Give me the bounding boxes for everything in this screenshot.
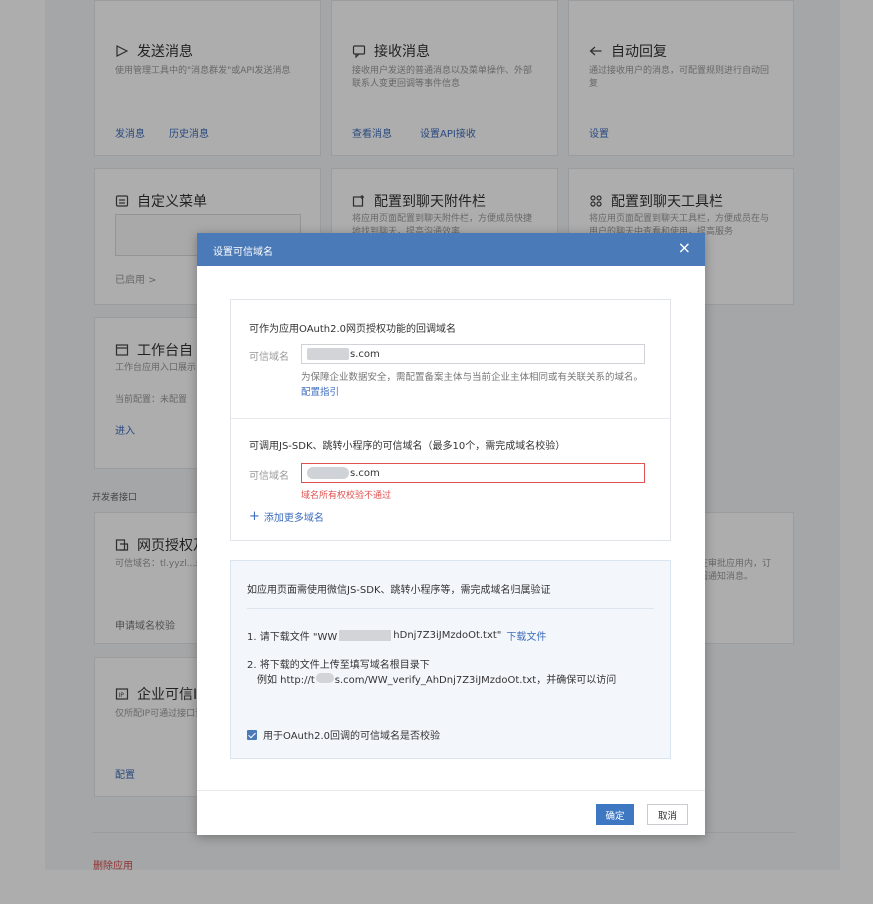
checkbox-checked-icon[interactable]	[247, 729, 257, 740]
trusted-domain-dialog: 设置可信域名 × 可作为应用OAuth2.0网页授权功能的回调域名 可信域名 为…	[197, 233, 705, 835]
dialog-header: 设置可信域名 ×	[197, 233, 705, 266]
oauth-section-title: 可作为应用OAuth2.0网页授权功能的回调域名	[249, 324, 457, 335]
section-divider	[231, 418, 670, 419]
jssdk-domain-input[interactable]	[301, 463, 645, 483]
footer-divider	[197, 790, 705, 791]
step2-example-prefix: 例如 http://t	[257, 675, 315, 686]
redacted-mask	[307, 467, 349, 479]
redacted-mask	[339, 630, 392, 641]
redacted-mask	[315, 673, 334, 683]
oauth-verify-checkbox-row[interactable]: 用于OAuth2.0回调的可信域名是否校验	[247, 727, 440, 742]
step1-suffix: hDnj7Z3iJMzdoOt.txt"	[393, 630, 502, 641]
config-guide-link[interactable]: 配置指引	[301, 387, 339, 398]
cancel-button[interactable]: 取消	[647, 804, 688, 825]
dialog-title: 设置可信域名	[213, 247, 273, 258]
confirm-button[interactable]: 确定	[596, 804, 634, 825]
domain-error-message: 域名所有权校验不通过	[301, 491, 392, 501]
oauth-domain-label: 可信域名	[249, 352, 289, 363]
plus-icon: +	[249, 508, 260, 524]
verify-title: 如应用页面需使用微信JS-SDK、跳转小程序等，需完成域名归属验证	[247, 585, 551, 596]
step2-example: 例如 http://t s.com/WW_verify_AhDnj7Z3iJMzd…	[247, 673, 657, 688]
verify-divider	[247, 608, 654, 609]
oauth-domain-hint: 为保障企业数据安全，需配置备案主体与当前企业主体相同或有关联关系的域名。配置指引	[301, 370, 651, 400]
redacted-mask	[307, 348, 349, 360]
jssdk-section-title: 可调用JS-SDK、跳转小程序的可信域名（最多10个，需完成域名校验）	[249, 441, 566, 452]
verify-step1: 1. 请下载文件 "WW hDnj7Z3iJMzdoOt.txt" 下载文件	[247, 628, 546, 643]
oauth-verify-checkbox-label: 用于OAuth2.0回调的可信域名是否校验	[263, 731, 441, 742]
oauth-domain-input[interactable]	[301, 344, 645, 364]
verify-step2: 2. 将下载的文件上传至填写域名根目录下 例如 http://t s.com/WW…	[247, 658, 657, 688]
download-file-link[interactable]: 下载文件	[506, 628, 546, 643]
step1-prefix: 1. 请下载文件 "WW	[247, 632, 338, 643]
step2-example-suffix: s.com/WW_verify_AhDnj7Z3iJMzdoOt.txt，并确保…	[334, 675, 617, 686]
oauth-hint-text: 为保障企业数据安全，需配置备案主体与当前企业主体相同或有关联关系的域名。	[301, 372, 644, 383]
add-more-label: 添加更多域名	[263, 513, 324, 524]
add-more-domain-button[interactable]: + 添加更多域名	[249, 508, 324, 525]
domain-config-panel: 可作为应用OAuth2.0网页授权功能的回调域名 可信域名 为保障企业数据安全，…	[230, 299, 671, 541]
jssdk-domain-label: 可信域名	[249, 471, 289, 482]
close-icon[interactable]: ×	[678, 240, 691, 256]
step2-line1: 2. 将下载的文件上传至填写域名根目录下	[247, 660, 430, 671]
domain-verify-panel: 如应用页面需使用微信JS-SDK、跳转小程序等，需完成域名归属验证 1. 请下载…	[230, 560, 671, 759]
